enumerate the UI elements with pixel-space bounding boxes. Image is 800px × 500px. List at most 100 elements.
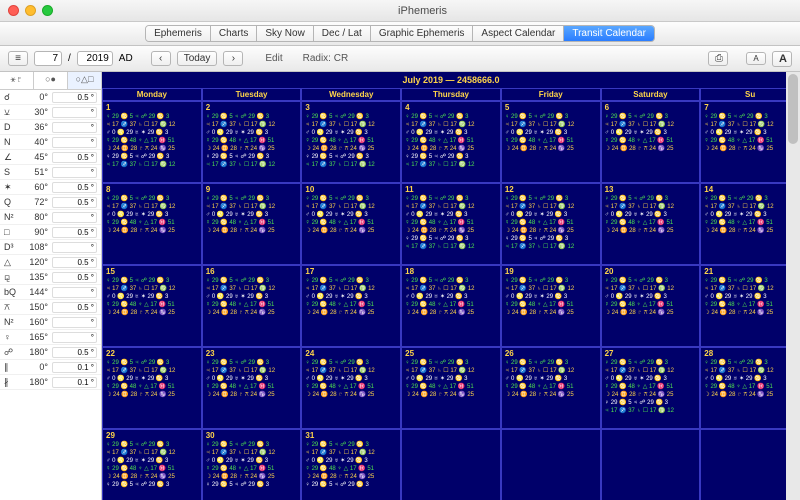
tab-graphic-ephemeris[interactable]: Graphic Ephemeris	[371, 26, 474, 41]
aspect-symbol: ⚻	[4, 302, 18, 313]
orb-value-input[interactable]: 0.1 °	[52, 362, 97, 373]
menu-button[interactable]: ≡	[8, 51, 28, 66]
orb-value-input[interactable]: 0.5 °	[52, 302, 97, 313]
transit-lines: ♀ 29 ♋ 5 ♃ ☍ 29 ♋ 3♃ 17 ♐ 37 ♄ ☐ 17 ♍ 12…	[405, 268, 497, 317]
orb-value-input[interactable]: 0.5 °	[52, 182, 97, 193]
orb-value-input[interactable]: °	[52, 242, 97, 253]
day-cell[interactable]: 29♀ 29 ♋ 5 ♃ ☍ 29 ♋ 3♃ 17 ♐ 37 ♄ ☐ 17 ♍ …	[102, 429, 202, 500]
day-cell[interactable]: 26♀ 29 ♋ 5 ♃ ☍ 29 ♋ 3♃ 17 ♐ 37 ♄ ☐ 17 ♍ …	[501, 347, 601, 429]
tab-ephemeris[interactable]: Ephemeris	[146, 26, 211, 41]
day-cell[interactable]: 5♀ 29 ♋ 5 ♃ ☍ 29 ♋ 3♃ 17 ♐ 37 ♄ ☐ 17 ♍ 1…	[501, 101, 601, 183]
minimize-icon[interactable]	[25, 5, 36, 16]
transit-lines: ♀ 29 ♋ 5 ♃ ☍ 29 ♋ 3♃ 17 ♐ 37 ♄ ☐ 17 ♍ 12…	[505, 186, 597, 251]
transit-lines: ♀ 29 ♋ 5 ♃ ☍ 29 ♋ 3♃ 17 ♐ 37 ♄ ☐ 17 ♍ 12…	[206, 350, 298, 399]
day-cell[interactable]: 27♀ 29 ♋ 5 ♃ ☍ 29 ♋ 3♃ 17 ♐ 37 ♄ ☐ 17 ♍ …	[601, 347, 701, 429]
scrollbar-thumb[interactable]	[788, 74, 798, 144]
orb-value-input[interactable]: °	[52, 122, 97, 133]
day-cell[interactable]: 9♀ 29 ♋ 5 ♃ ☍ 29 ♋ 3♃ 17 ♐ 37 ♄ ☐ 17 ♍ 1…	[202, 183, 302, 265]
day-cell[interactable]: 19♀ 29 ♋ 5 ♃ ☍ 29 ♋ 3♃ 17 ♐ 37 ♄ ☐ 17 ♍ …	[501, 265, 601, 347]
day-cell[interactable]: 25♀ 29 ♋ 5 ♃ ☍ 29 ♋ 3♃ 17 ♐ 37 ♄ ☐ 17 ♍ …	[401, 347, 501, 429]
orb-row: ⚼135°0.5 °	[0, 270, 101, 285]
next-button[interactable]: ›	[223, 51, 243, 66]
orb-value-input[interactable]: 0.5 °	[52, 197, 97, 208]
day-cell[interactable]: 13♀ 29 ♋ 5 ♃ ☍ 29 ♋ 3♃ 17 ♐ 37 ♄ ☐ 17 ♍ …	[601, 183, 701, 265]
orb-value-input[interactable]: °	[52, 167, 97, 178]
orb-value-input[interactable]: °	[52, 332, 97, 343]
edit-label[interactable]: Edit	[265, 53, 282, 64]
tab-charts[interactable]: Charts	[211, 26, 257, 41]
sidebar: ⚹♇○●○△□ ☌0°0.5 °⚺30° °D36° °N40° °∠45°0.…	[0, 72, 102, 500]
day-cell[interactable]: 16♀ 29 ♋ 5 ♃ ☍ 29 ♋ 3♃ 17 ♐ 37 ♄ ☐ 17 ♍ …	[202, 265, 302, 347]
day-cell[interactable]: 18♀ 29 ♋ 5 ♃ ☍ 29 ♋ 3♃ 17 ♐ 37 ♄ ☐ 17 ♍ …	[401, 265, 501, 347]
day-cell[interactable]: 1♀ 29 ♋ 5 ♃ ☍ 29 ♋ 3♃ 17 ♐ 37 ♄ ☐ 17 ♍ 1…	[102, 101, 202, 183]
day-number: 2	[206, 103, 210, 112]
today-button[interactable]: Today	[177, 51, 218, 66]
month-input[interactable]	[34, 51, 62, 66]
day-cell[interactable]: 12♀ 29 ♋ 5 ♃ ☍ 29 ♋ 3♃ 17 ♐ 37 ♄ ☐ 17 ♍ …	[501, 183, 601, 265]
day-cell[interactable]: 22♀ 29 ♋ 5 ♃ ☍ 29 ♋ 3♃ 17 ♐ 37 ♄ ☐ 17 ♍ …	[102, 347, 202, 429]
orb-row: N²80° °	[0, 210, 101, 225]
orb-value-input[interactable]: 0.5 °	[52, 92, 97, 103]
day-cell[interactable]: 11♀ 29 ♋ 5 ♃ ☍ 29 ♋ 3♃ 17 ♐ 37 ♄ ☐ 17 ♍ …	[401, 183, 501, 265]
sidebar-tab-1[interactable]: ○●	[34, 72, 68, 89]
transit-lines: ♀ 29 ♋ 5 ♃ ☍ 29 ♋ 3♃ 17 ♐ 37 ♄ ☐ 17 ♍ 12…	[206, 268, 298, 317]
orb-value-input[interactable]: °	[52, 137, 97, 148]
day-cell[interactable]: 31♀ 29 ♋ 5 ♃ ☍ 29 ♋ 3♃ 17 ♐ 37 ♄ ☐ 17 ♍ …	[301, 429, 401, 500]
day-number: 14	[704, 185, 713, 194]
day-cell[interactable]: 8♀ 29 ♋ 5 ♃ ☍ 29 ♋ 3♃ 17 ♐ 37 ♄ ☐ 17 ♍ 1…	[102, 183, 202, 265]
tab-dec-lat[interactable]: Dec / Lat	[314, 26, 371, 41]
day-cell[interactable]: 15♀ 29 ♋ 5 ♃ ☍ 29 ♋ 3♃ 17 ♐ 37 ♄ ☐ 17 ♍ …	[102, 265, 202, 347]
date-sep: /	[68, 53, 71, 64]
day-number: 21	[704, 267, 713, 276]
orb-value-input[interactable]: °	[52, 317, 97, 328]
orb-value-input[interactable]: 0.5 °	[52, 227, 97, 238]
day-number: 12	[505, 185, 514, 194]
day-cell[interactable]: 3♀ 29 ♋ 5 ♃ ☍ 29 ♋ 3♃ 17 ♐ 37 ♄ ☐ 17 ♍ 1…	[301, 101, 401, 183]
tab-aspect-calendar[interactable]: Aspect Calendar	[473, 26, 564, 41]
orb-value-input[interactable]: 0.5 °	[52, 347, 97, 358]
font-smaller-button[interactable]: A	[746, 52, 766, 65]
aspect-deg: 135°	[18, 272, 48, 282]
day-cell[interactable]	[601, 429, 701, 500]
font-larger-button[interactable]: A	[772, 51, 792, 67]
orb-value-input[interactable]: °	[52, 287, 97, 298]
orb-value-input[interactable]: 0.5 °	[52, 152, 97, 163]
prev-button[interactable]: ‹	[151, 51, 171, 66]
orb-value-input[interactable]: °	[52, 212, 97, 223]
print-button[interactable]: ⎙	[708, 51, 728, 66]
tab-sky-now[interactable]: Sky Now	[257, 26, 313, 41]
day-cell[interactable]: 17♀ 29 ♋ 5 ♃ ☍ 29 ♋ 3♃ 17 ♐ 37 ♄ ☐ 17 ♍ …	[301, 265, 401, 347]
aspect-symbol: ⚺	[4, 107, 18, 118]
aspect-deg: 165°	[18, 332, 48, 342]
aspect-symbol: ∦	[4, 377, 18, 388]
day-cell[interactable]: 20♀ 29 ♋ 5 ♃ ☍ 29 ♋ 3♃ 17 ♐ 37 ♄ ☐ 17 ♍ …	[601, 265, 701, 347]
orb-value-input[interactable]: 0.5 °	[52, 257, 97, 268]
day-cell[interactable]: 4♀ 29 ♋ 5 ♃ ☍ 29 ♋ 3♃ 17 ♐ 37 ♄ ☐ 17 ♍ 1…	[401, 101, 501, 183]
sidebar-tab-2[interactable]: ○△□	[68, 72, 101, 89]
day-cell[interactable]	[401, 429, 501, 500]
transit-lines: ♀ 29 ♋ 5 ♃ ☍ 29 ♋ 3♃ 17 ♐ 37 ♄ ☐ 17 ♍ 12…	[305, 350, 397, 399]
day-cell[interactable]: 10♀ 29 ♋ 5 ♃ ☍ 29 ♋ 3♃ 17 ♐ 37 ♄ ☐ 17 ♍ …	[301, 183, 401, 265]
orb-value-input[interactable]: 0.5 °	[52, 272, 97, 283]
scrollbar[interactable]	[786, 72, 800, 500]
orb-value-input[interactable]: 0.1 °	[52, 377, 97, 388]
year-input[interactable]	[77, 51, 113, 66]
day-cell[interactable]: 6♀ 29 ♋ 5 ♃ ☍ 29 ♋ 3♃ 17 ♐ 37 ♄ ☐ 17 ♍ 1…	[601, 101, 701, 183]
day-number: 18	[405, 267, 414, 276]
day-cell[interactable]: 30♀ 29 ♋ 5 ♃ ☍ 29 ♋ 3♃ 17 ♐ 37 ♄ ☐ 17 ♍ …	[202, 429, 302, 500]
tab-transit-calendar[interactable]: Transit Calendar	[564, 26, 654, 41]
aspect-deg: 150°	[18, 302, 48, 312]
aspect-symbol: D	[4, 122, 18, 132]
day-cell[interactable]: 23♀ 29 ♋ 5 ♃ ☍ 29 ♋ 3♃ 17 ♐ 37 ♄ ☐ 17 ♍ …	[202, 347, 302, 429]
day-cell[interactable]	[501, 429, 601, 500]
sidebar-tab-0[interactable]: ⚹♇	[0, 72, 34, 89]
close-icon[interactable]	[8, 5, 19, 16]
day-cell[interactable]: 2♀ 29 ♋ 5 ♃ ☍ 29 ♋ 3♃ 17 ♐ 37 ♄ ☐ 17 ♍ 1…	[202, 101, 302, 183]
orb-value-input[interactable]: °	[52, 107, 97, 118]
day-cell[interactable]: 24♀ 29 ♋ 5 ♃ ☍ 29 ♋ 3♃ 17 ♐ 37 ♄ ☐ 17 ♍ …	[301, 347, 401, 429]
day-number: 24	[305, 349, 314, 358]
day-number: 16	[206, 267, 215, 276]
aspect-symbol: □	[4, 227, 18, 237]
aspect-deg: 36°	[18, 122, 48, 132]
maximize-icon[interactable]	[42, 5, 53, 16]
